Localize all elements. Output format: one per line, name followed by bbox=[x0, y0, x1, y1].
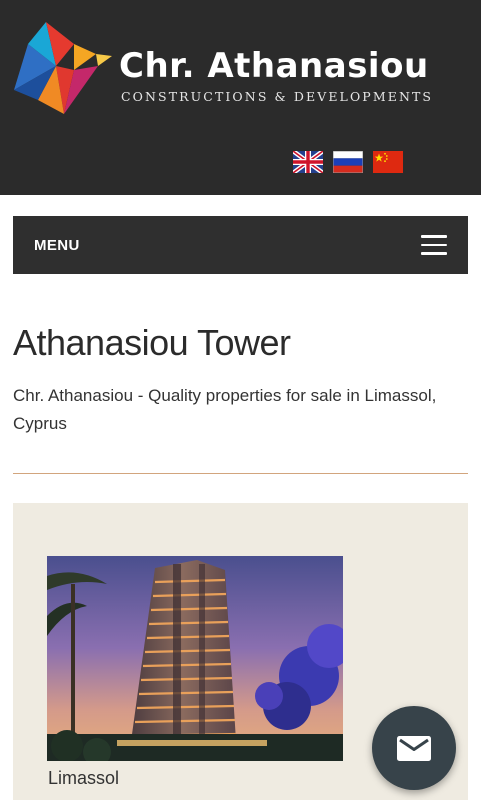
page-intro: Chr. Athanasiou - Quality properties for… bbox=[13, 386, 437, 433]
bird-logo-icon[interactable] bbox=[12, 14, 112, 118]
china-flag-icon[interactable] bbox=[373, 151, 403, 173]
language-switcher bbox=[293, 151, 403, 173]
mail-icon bbox=[397, 736, 431, 761]
menu-toggle-bar[interactable]: MENU bbox=[13, 216, 468, 274]
site-header: Chr. Athanasiou CONSTRUCTIONS & DEVELOPM… bbox=[0, 0, 481, 195]
brand-name[interactable]: Chr. Athanasiou bbox=[119, 46, 429, 86]
contact-button[interactable] bbox=[372, 706, 456, 790]
divider bbox=[13, 473, 468, 474]
page-title: Athanasiou Tower bbox=[13, 322, 291, 363]
menu-label: MENU bbox=[34, 237, 80, 254]
property-location[interactable]: Limassol bbox=[48, 768, 119, 789]
tower-photo[interactable] bbox=[47, 556, 343, 761]
brand-tagline: CONSTRUCTIONS & DEVELOPMENTS bbox=[121, 89, 434, 104]
hamburger-icon[interactable] bbox=[421, 235, 447, 255]
russia-flag-icon[interactable] bbox=[333, 151, 363, 173]
uk-flag-icon[interactable] bbox=[293, 151, 323, 173]
